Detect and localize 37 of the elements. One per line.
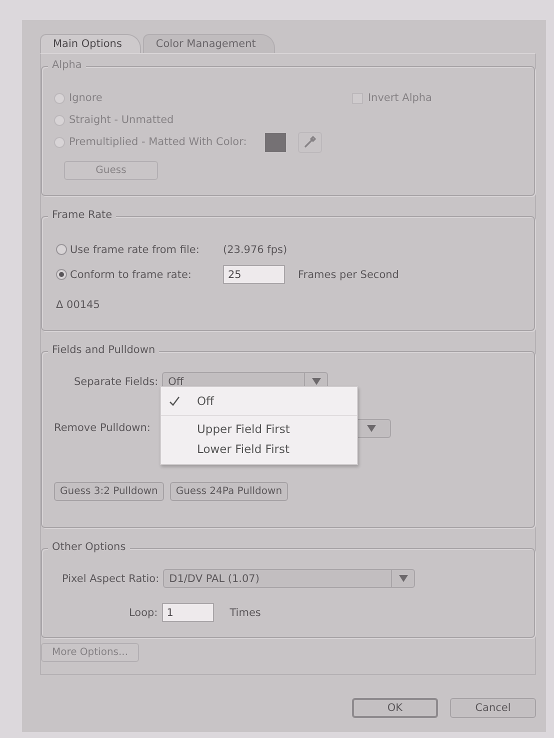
group-title: Frame Rate xyxy=(48,209,116,221)
checkmark-icon xyxy=(168,396,180,406)
dropdown-arrow-icon xyxy=(398,575,408,582)
frame-rate-field[interactable]: 25 xyxy=(223,265,285,284)
radio-label: Conform to frame rate: xyxy=(70,268,192,280)
field-label: Loop: xyxy=(129,606,158,618)
ok-button[interactable]: OK xyxy=(352,698,438,718)
radio-label: Use frame rate from file: xyxy=(70,244,200,256)
pulldown-guess-button[interactable]: Guess 24Pa Pulldown xyxy=(170,482,288,501)
checkbox-label: Invert Alpha xyxy=(368,92,432,104)
pulldown-guess-button[interactable]: Guess 3:2 Pulldown xyxy=(54,482,164,501)
radio-button[interactable] xyxy=(56,269,67,280)
pixel-aspect-dropdown[interactable]: D1/DV PAL (1.07) xyxy=(163,569,416,588)
radio-label: Premultiplied - Matted With Color: xyxy=(69,136,247,148)
unit-label: Frames per Second xyxy=(298,268,399,280)
group-title: Other Options xyxy=(48,541,130,553)
group-title: Alpha xyxy=(48,59,86,71)
field-label: Remove Pulldown: xyxy=(54,422,150,434)
radio-label: Ignore xyxy=(69,92,102,104)
loop-field[interactable]: 1 xyxy=(162,603,214,622)
group-title: Fields and Pulldown xyxy=(48,344,160,356)
dropdown-arrow-icon xyxy=(312,378,321,385)
unit-label: Times xyxy=(230,606,261,618)
tab[interactable]: Main Options xyxy=(40,34,141,53)
tab[interactable]: Color Management xyxy=(142,34,275,53)
menu-item[interactable]: Off xyxy=(161,387,357,416)
duration-text: Δ 00145 xyxy=(55,299,101,311)
menu-item[interactable]: Upper Field First xyxy=(161,419,357,439)
cancel-button[interactable]: Cancel xyxy=(450,698,536,718)
eyedropper-icon xyxy=(302,135,317,149)
radio-button[interactable] xyxy=(56,244,67,255)
dropdown-arrow-icon xyxy=(367,424,376,432)
fps-note: (23.976 fps) xyxy=(223,244,288,256)
field-label: Pixel Aspect Ratio: xyxy=(62,572,160,584)
field-label: Separate Fields: xyxy=(74,376,158,388)
menu-item[interactable]: Lower Field First xyxy=(161,439,357,459)
radio-label: Straight - Unmatted xyxy=(69,114,174,126)
